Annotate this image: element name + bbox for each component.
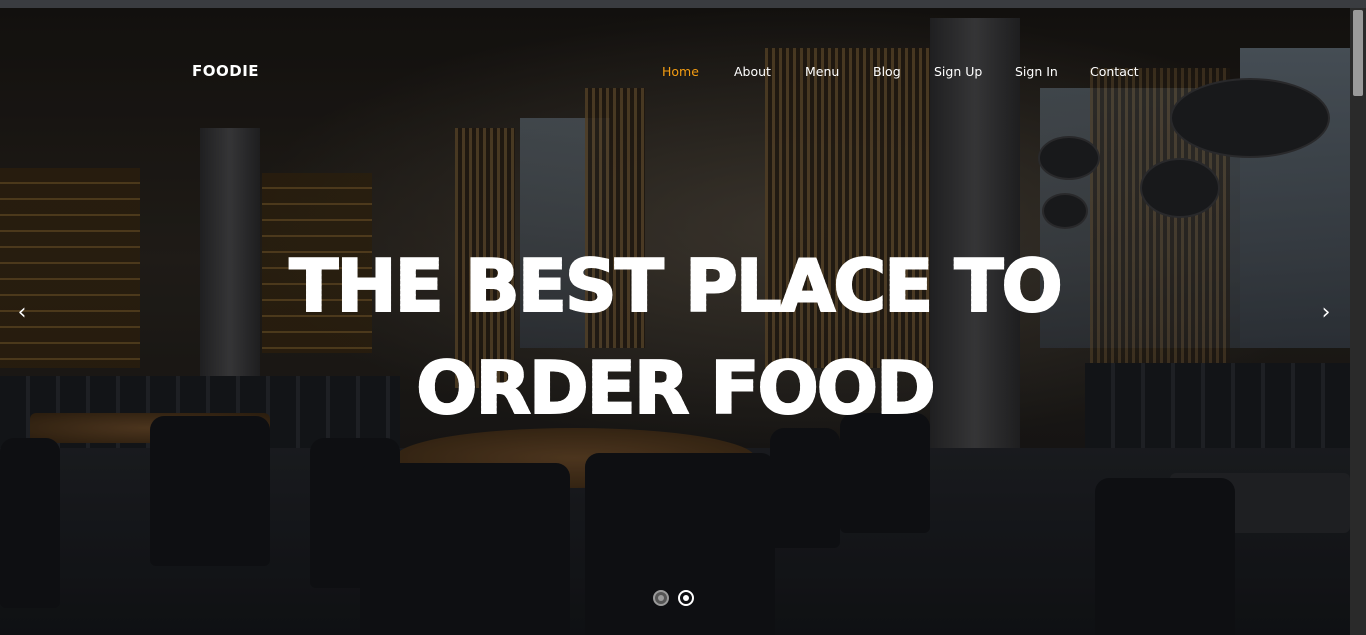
browser-top-strip — [0, 0, 1366, 8]
scrollbar-thumb[interactable] — [1353, 10, 1363, 96]
page-scrollbar[interactable] — [1350, 8, 1366, 635]
hero-headline-text: ORDER FOOD — [415, 346, 936, 430]
carousel-dot[interactable] — [653, 590, 669, 606]
hero-headline-line1: THE BEST PLACE TO — [0, 244, 1350, 328]
nav-blog[interactable]: Blog — [873, 64, 901, 79]
brand-logo[interactable]: FOODIE — [192, 62, 259, 80]
nav-contact[interactable]: Contact — [1090, 64, 1139, 79]
hero-headline-line2: ORDER FOOD — [0, 346, 1350, 430]
nav-about[interactable]: About — [734, 64, 771, 79]
chevron-right-icon[interactable]: › — [1314, 300, 1338, 326]
nav-sign-in[interactable]: Sign In — [1015, 64, 1058, 79]
chevron-left-icon[interactable]: ‹ — [10, 300, 34, 326]
hero-headline-text: THE BEST PLACE TO — [288, 244, 1063, 328]
hero-carousel: FOODIE Home About Menu Blog Sign Up Sign… — [0, 8, 1350, 635]
nav-home[interactable]: Home — [662, 64, 699, 79]
nav-menu[interactable]: Menu — [805, 64, 839, 79]
nav-sign-up[interactable]: Sign Up — [934, 64, 982, 79]
carousel-dot-active[interactable] — [678, 590, 694, 606]
